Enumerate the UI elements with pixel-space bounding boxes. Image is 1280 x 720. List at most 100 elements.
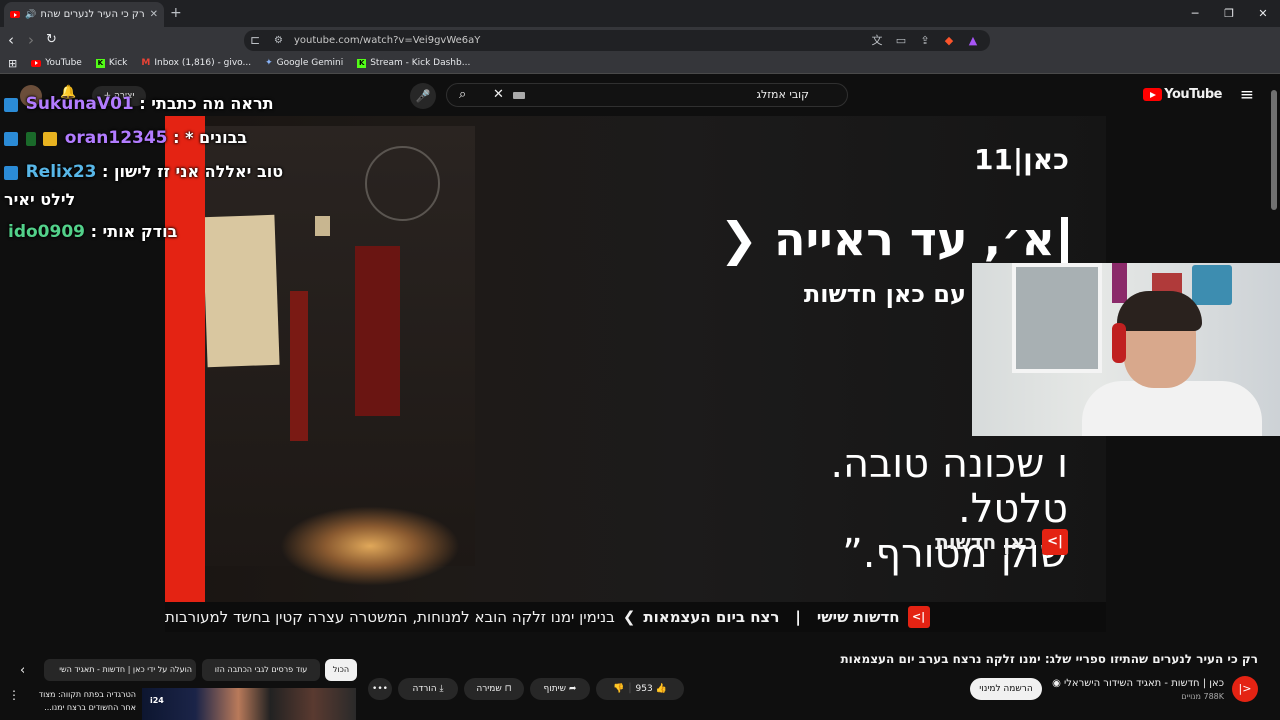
kick-icon: K xyxy=(95,58,105,68)
chat-username: SukunaV01 xyxy=(25,94,134,114)
share-arrow-icon: ➦ xyxy=(568,684,577,694)
browser-tab-strip: 🔊 רק כי העיר לנערים שהתיזו ספ ✕ + ─ ❐ ✕ xyxy=(0,0,1280,27)
hamburger-menu-icon[interactable]: ≡ xyxy=(1240,85,1254,105)
chevron-left-icon: ❯ xyxy=(622,608,636,626)
quote-line: טלטל. xyxy=(957,486,1068,532)
close-window-icon[interactable]: ✕ xyxy=(1246,0,1280,27)
bookmark-label: Kick xyxy=(108,58,128,68)
video-scene-paper-notice xyxy=(202,214,280,368)
youtube-icon xyxy=(31,59,42,67)
recommended-video-title[interactable]: הטרגדיה בפתח תקווה: מצוד אחר החשודים ברצ… xyxy=(24,688,136,714)
minimize-icon[interactable]: ─ xyxy=(1178,0,1212,27)
window-controls: ─ ❐ ✕ xyxy=(1178,0,1280,27)
like-button[interactable]: 👍 xyxy=(656,684,667,694)
subscriber-count: 788K מנויים xyxy=(1181,692,1224,701)
chat-text: תראה מה כתבתי xyxy=(151,94,274,113)
bookmark-youtube[interactable]: YouTube xyxy=(31,58,82,68)
new-tab-button[interactable]: + xyxy=(170,5,182,21)
address-bar[interactable]: ⊏ ⚙ youtube.com/watch?v=Vei9gvWe6aY 文 ▭ … xyxy=(244,30,990,51)
moderator-badge-icon xyxy=(25,131,36,146)
subscriber-badge-icon xyxy=(4,97,18,112)
search-query: קובי אמזלג xyxy=(756,88,809,101)
bookmark-label: Google Gemini xyxy=(276,58,344,68)
save-label: שמירה xyxy=(476,684,502,694)
youtube-favicon-icon xyxy=(10,11,20,18)
reload-icon[interactable]: ↻ xyxy=(46,31,57,49)
keyboard-icon[interactable] xyxy=(513,92,525,99)
webcam-window xyxy=(1012,263,1102,373)
bookmark-gemini[interactable]: ✦ Google Gemini xyxy=(265,58,343,68)
chat-text: * בבונים xyxy=(185,128,248,147)
search-input[interactable]: קובי אמזלג ✕ ⌕ xyxy=(446,83,848,107)
video-subline: עם כאן חדשות xyxy=(803,280,966,308)
chip-all[interactable]: הכול xyxy=(325,659,357,681)
download-icon: ⤓ xyxy=(439,684,444,694)
bookmark-kick-dashboard[interactable]: K Stream - Kick Dashb... xyxy=(357,58,470,68)
video-player[interactable]: כאן|11 א׳, עד ראייה ❮ עם כאן חדשות ו שכו… xyxy=(165,116,1106,602)
kan-logo-text: כאן חדשות xyxy=(935,530,1036,554)
kick-icon: K xyxy=(357,58,367,68)
chips-scroll-left-icon[interactable]: ‹ xyxy=(20,663,25,678)
ticker-topic: רצח ביום העצמאות xyxy=(643,608,780,626)
subscriber-badge-icon xyxy=(4,165,18,180)
chevron-left-icon: ❮ xyxy=(719,212,759,266)
cast-icon[interactable]: ▭ xyxy=(890,30,912,51)
streamer-webcam xyxy=(972,263,1280,436)
like-dislike-group: 👎 │ 953 👍 xyxy=(596,678,684,700)
headline-bar xyxy=(1061,216,1068,269)
i24-logo-icon: i24 xyxy=(150,696,164,705)
clear-search-icon[interactable]: ✕ xyxy=(493,84,504,106)
channel-name[interactable]: כאן | חדשות - תאגיד השידור הישראלי ◉ xyxy=(1052,678,1224,689)
search-icon[interactable]: ⌕ xyxy=(459,84,466,106)
back-icon[interactable]: ‹ xyxy=(8,31,14,49)
forward-icon[interactable]: › xyxy=(28,31,34,49)
url-text: youtube.com/watch?v=Vei9gvWe6aY xyxy=(294,35,481,46)
bookmark-kick[interactable]: K Kick xyxy=(95,58,128,68)
save-button[interactable]: שמירה ⊓ xyxy=(464,678,524,700)
webcam-poster xyxy=(1192,265,1232,305)
close-tab-icon[interactable]: ✕ xyxy=(150,9,158,20)
translate-icon[interactable]: 文 xyxy=(866,30,888,51)
chat-message: oran12345 : * בבונים xyxy=(4,128,247,148)
chat-text: בודק אותי xyxy=(102,222,178,241)
apps-grid-icon[interactable]: ⊞ xyxy=(8,57,17,70)
recommended-video-thumbnail[interactable]: i24 xyxy=(142,688,356,720)
news-ticker: |> חדשות שישי | רצח ביום העצמאות ❯ בנימי… xyxy=(165,602,1106,632)
channel-name-text: כאן | חדשות - תאגיד השידור הישראלי xyxy=(1064,678,1224,689)
site-info-icon[interactable]: ⚙ xyxy=(274,30,283,51)
more-options-icon[interactable]: ⋮ xyxy=(8,688,20,702)
share-icon[interactable]: ⇪ xyxy=(914,30,936,51)
headline-text: א׳, עד ראייה xyxy=(774,212,1055,266)
chat-username: ido0909 xyxy=(8,222,85,242)
chat-message: SukunaV01 : תראה מה כתבתי xyxy=(4,94,274,114)
video-headline: א׳, עד ראייה ❮ xyxy=(719,212,1068,269)
more-actions-button[interactable]: ••• xyxy=(368,678,392,700)
channel-avatar[interactable]: |> xyxy=(1232,676,1258,702)
scrollbar[interactable] xyxy=(1271,90,1277,210)
chip-uploaded-by[interactable]: הועלה על ידי כאן | חדשות - תאגיד השי xyxy=(44,659,196,681)
brave-rewards-icon[interactable]: ▲ xyxy=(962,30,984,51)
bookmark-gmail[interactable]: M Inbox (1,816) - givo... xyxy=(141,58,251,68)
ticker-divider: | xyxy=(795,608,801,626)
chip-more-about-story[interactable]: עוד פרסים לגבי הכתבה הזו xyxy=(202,659,320,681)
tab-title: רק כי העיר לנערים שהתיזו ספ xyxy=(41,9,145,20)
chat-message: Relix23 : טוב יאללה אני זז לישון xyxy=(4,162,283,182)
share-label: שיתוף xyxy=(543,684,567,694)
channel-bug: כאן|11 xyxy=(973,143,1069,176)
browser-tab[interactable]: 🔊 רק כי העיר לנערים שהתיזו ספ ✕ xyxy=(4,2,164,27)
audio-playing-icon[interactable]: 🔊 xyxy=(25,10,36,20)
download-button[interactable]: הורדה ⤓ xyxy=(398,678,458,700)
video-scene-flag xyxy=(355,246,400,416)
maximize-icon[interactable]: ❐ xyxy=(1212,0,1246,27)
ticker-show: חדשות שישי xyxy=(816,608,900,626)
crown-icon xyxy=(43,131,58,146)
chat-text: טוב יאללה אני זז לישון xyxy=(114,162,284,181)
brave-shield-icon[interactable]: ◆ xyxy=(938,30,960,51)
share-button[interactable]: שיתוף ➦ xyxy=(530,678,590,700)
dislike-button[interactable]: 👎 xyxy=(613,684,624,694)
youtube-logo-text: YouTube xyxy=(1164,87,1222,102)
bookmark-icon[interactable]: ⊏ xyxy=(250,30,260,51)
youtube-logo[interactable]: YouTube xyxy=(1143,87,1222,102)
voice-search-mic-icon[interactable]: 🎤 xyxy=(410,83,436,109)
subscribe-button[interactable]: הרשמה למינוי xyxy=(970,678,1042,700)
